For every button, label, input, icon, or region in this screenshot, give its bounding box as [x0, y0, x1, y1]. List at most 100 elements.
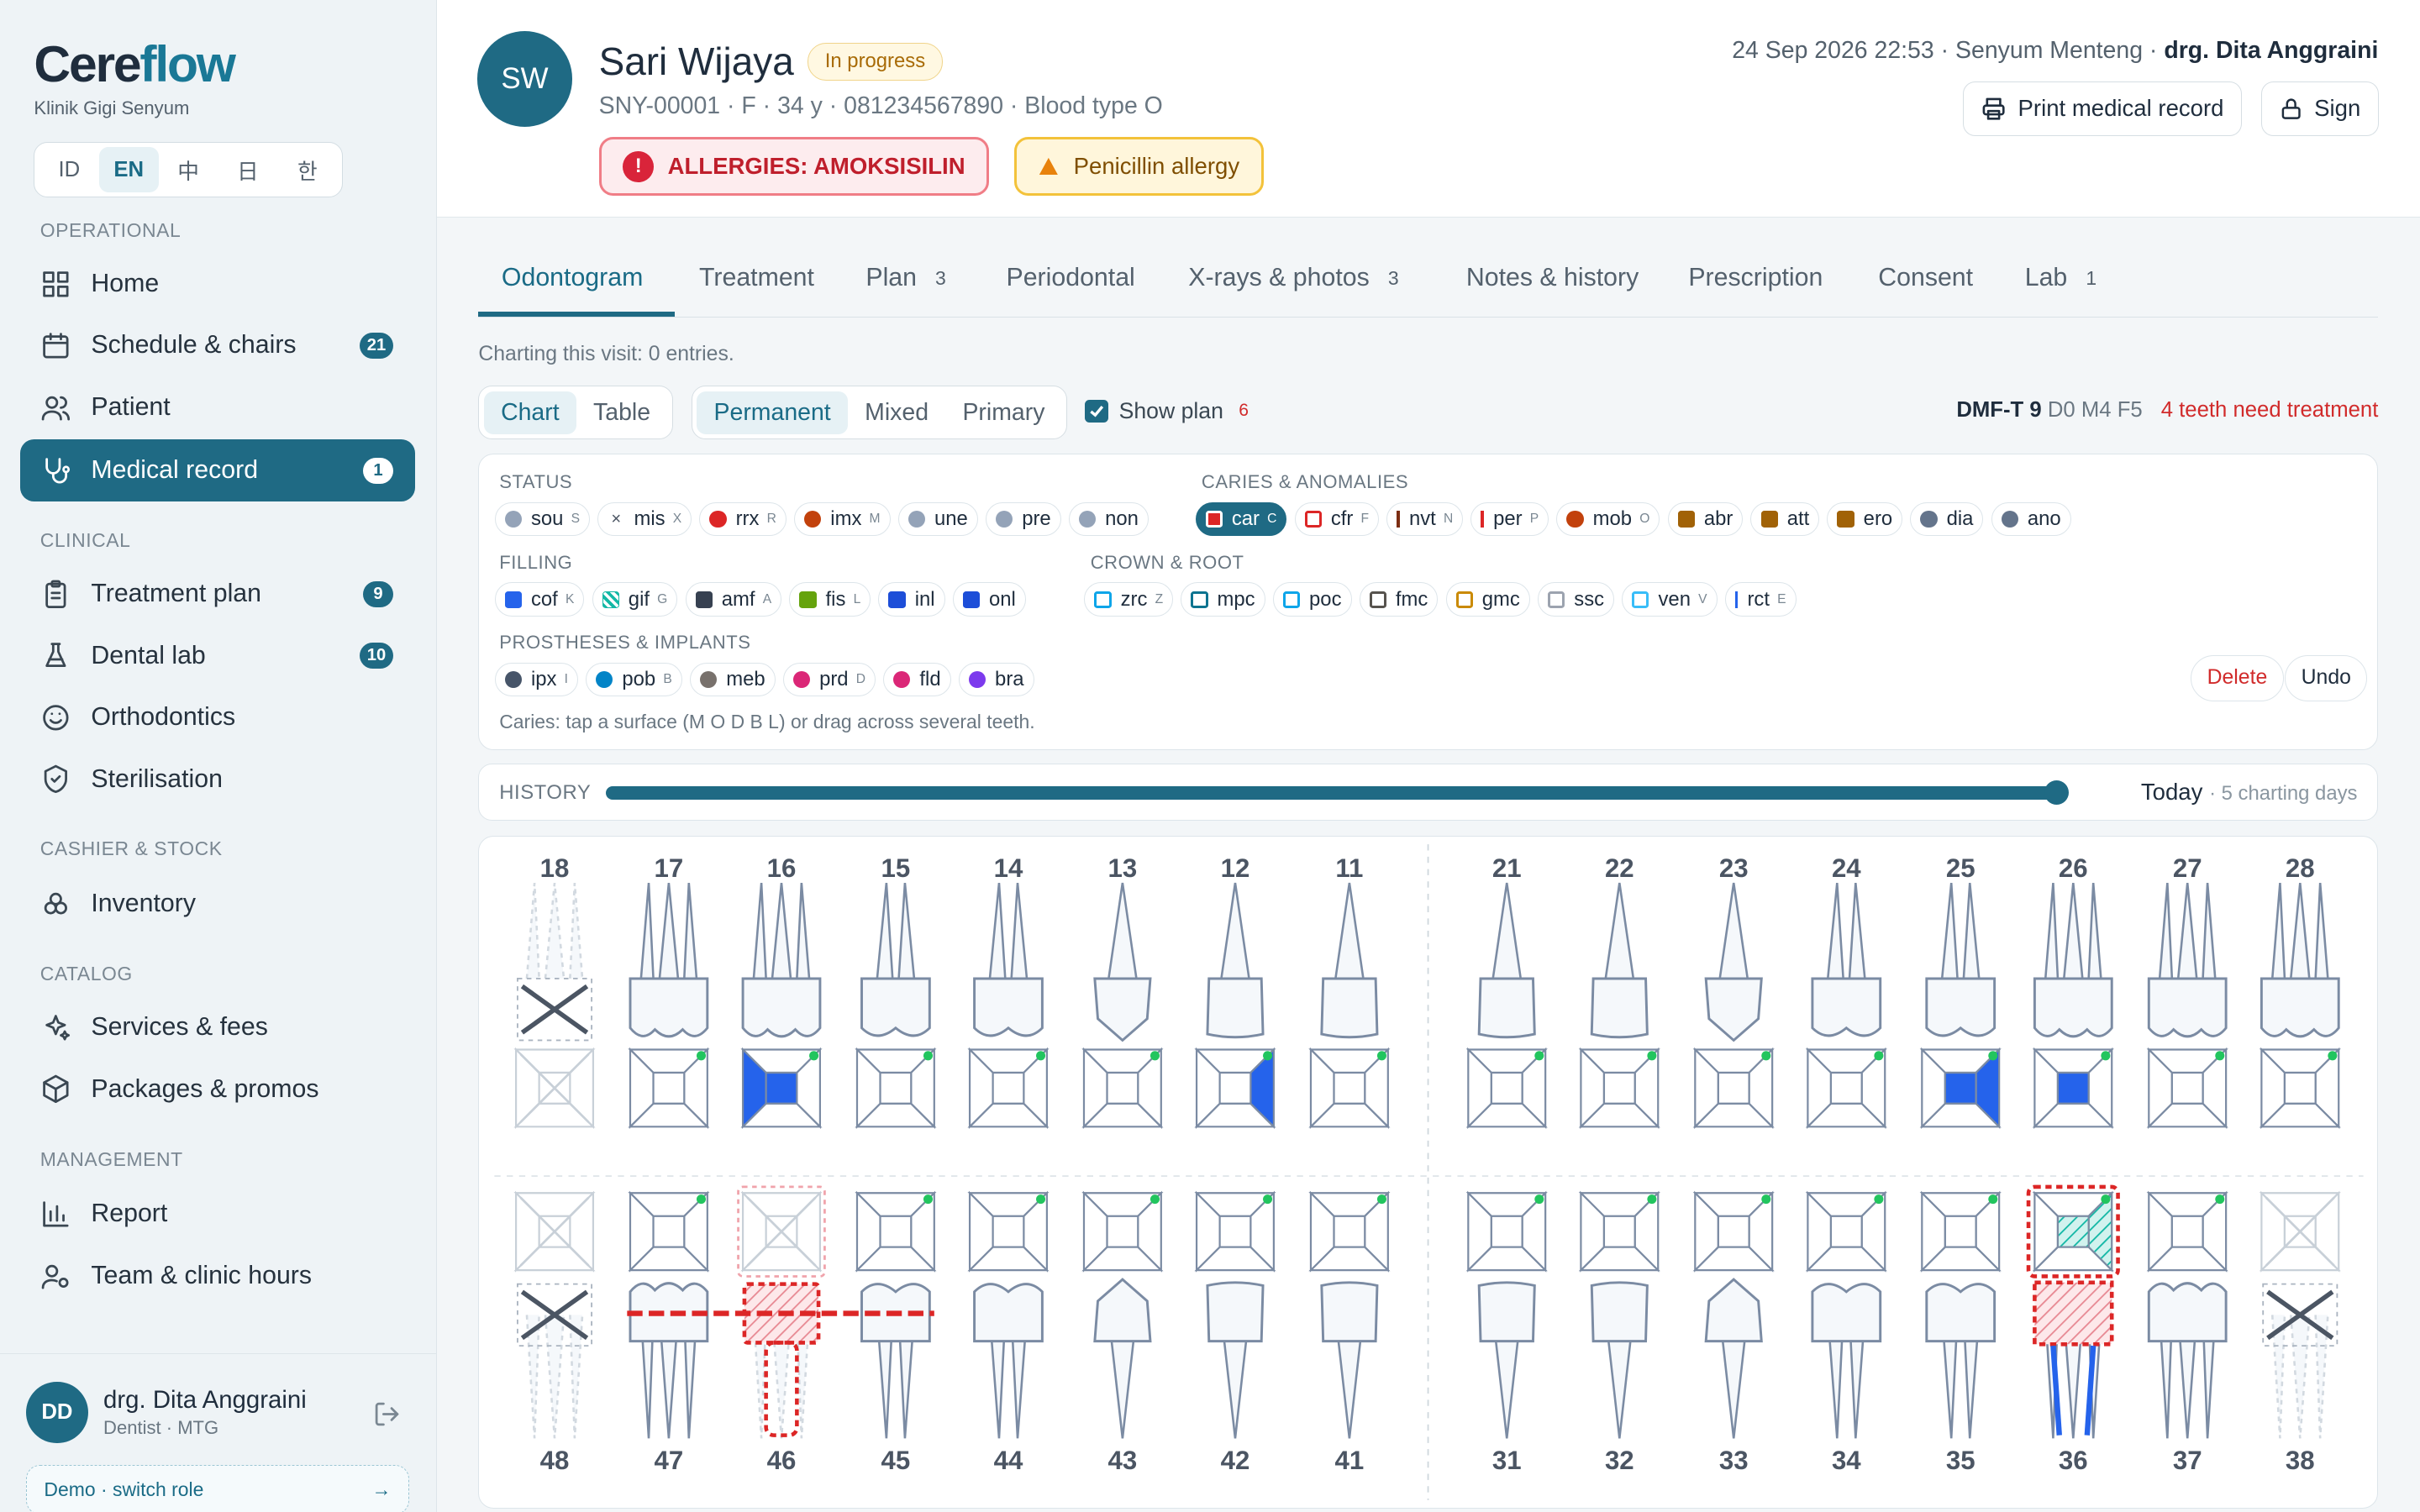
tool-prd[interactable]: prd D [782, 662, 876, 697]
tooth-crown[interactable] [629, 977, 709, 1038]
tooth-26[interactable]: 26 [2033, 853, 2115, 1130]
tooth-crown[interactable] [2148, 1282, 2228, 1343]
tool-zrc[interactable]: zrc Z [1084, 582, 1174, 617]
lang-option[interactable]: ID [39, 147, 99, 192]
tool-car[interactable]: car C [1195, 501, 1287, 537]
tooth-crown[interactable] [2148, 977, 2228, 1038]
tool-ano[interactable]: ano [1991, 501, 2071, 537]
tool-mob[interactable]: mob O [1556, 501, 1660, 537]
tool-rct[interactable]: rct E [1724, 582, 1797, 617]
surface-center[interactable] [1718, 1072, 1751, 1105]
tooth-crown[interactable] [2033, 977, 2114, 1038]
tool-pre[interactable]: pre [985, 501, 1061, 537]
tooth-crown[interactable] [1704, 1278, 1764, 1343]
allergy-warning-chip[interactable]: Penicillin allergy [1013, 137, 1264, 197]
tooth-46[interactable]: 46 [737, 1186, 827, 1476]
surface-center[interactable] [1603, 1072, 1637, 1105]
tool-imx[interactable]: imx M [794, 501, 891, 537]
tooth-crown[interactable] [860, 977, 932, 1037]
tab-x-rays-photos[interactable]: X-rays & photos 3 [1188, 264, 1398, 292]
surface-center[interactable] [1830, 1215, 1864, 1249]
segment-mixed[interactable]: Mixed [848, 391, 945, 434]
tooth-crown[interactable] [1206, 1281, 1265, 1343]
tool-amf[interactable]: amf A [685, 582, 782, 617]
tool-sou[interactable]: sou S [494, 501, 591, 537]
surface-center[interactable] [1106, 1072, 1139, 1105]
tool-meb[interactable]: meb [689, 662, 776, 697]
tab-prescription[interactable]: Prescription [1688, 264, 1823, 292]
surface-center[interactable] [1603, 1215, 1637, 1249]
tooth-32[interactable]: 32 [1579, 1191, 1661, 1476]
sidebar-item-team-clinic-hours[interactable]: Team & clinic hours [20, 1245, 415, 1306]
tooth-crown[interactable] [1704, 977, 1764, 1042]
tool-cof[interactable]: cof K [494, 582, 585, 617]
tooth-crown[interactable] [1811, 1283, 1882, 1343]
tooth-27[interactable]: 27 [2146, 853, 2229, 1130]
sidebar-item-inventory[interactable]: Inventory [20, 874, 415, 935]
tooth-crown[interactable] [1093, 977, 1152, 1042]
tool-ero[interactable]: ero [1827, 501, 1903, 537]
tooth-47[interactable]: 47 [628, 1191, 710, 1476]
print-record-button[interactable]: Print medical record [1963, 81, 2242, 136]
lang-option[interactable]: EN [98, 147, 159, 192]
tooth-crown[interactable] [1591, 1281, 1649, 1343]
tab-lab[interactable]: Lab 1 [2025, 264, 2096, 292]
tool-per[interactable]: per P [1470, 501, 1549, 537]
tool-mis[interactable]: × mis X [597, 501, 692, 537]
tab-consent[interactable]: Consent [1878, 264, 1973, 292]
tooth-28[interactable]: 28 [2260, 853, 2342, 1130]
surface-center[interactable] [879, 1215, 913, 1249]
tooth-crown[interactable] [1478, 1281, 1537, 1343]
surface-center[interactable] [1106, 1215, 1139, 1249]
tool-mpc[interactable]: mpc [1181, 582, 1265, 617]
sidebar-item-orthodontics[interactable]: Orthodontics [20, 686, 415, 748]
tool-dia[interactable]: dia [1910, 501, 1984, 537]
surface-center[interactable] [1218, 1072, 1252, 1105]
tooth-crown[interactable] [2260, 977, 2341, 1038]
sidebar-item-home[interactable]: Home [20, 253, 415, 314]
tooth-31[interactable]: 31 [1466, 1191, 1549, 1476]
sidebar-item-treatment-plan[interactable]: Treatment plan 9 [20, 563, 415, 624]
tooth-45[interactable]: 45 [855, 1191, 937, 1476]
tool-gmc[interactable]: gmc [1445, 582, 1530, 617]
sidebar-item-packages-promos[interactable]: Packages & promos [20, 1058, 415, 1120]
tool-att[interactable]: att [1750, 501, 1820, 537]
surface-center[interactable] [1944, 1215, 1978, 1249]
history-slider-handle[interactable] [2044, 780, 2070, 805]
tooth-38[interactable]: 38 [2260, 1191, 2342, 1476]
tab-plan[interactable]: Plan 3 [865, 264, 945, 292]
tool-ven[interactable]: ven V [1622, 582, 1718, 617]
surface-center[interactable] [1333, 1072, 1366, 1105]
undo-button[interactable]: Undo [2285, 654, 2368, 701]
tool-fmc[interactable]: fmc [1359, 582, 1439, 617]
tooth-17[interactable]: 17 [628, 853, 710, 1130]
surface-center[interactable] [652, 1215, 686, 1249]
history-track[interactable] [605, 785, 2057, 801]
tooth-14[interactable]: 14 [967, 853, 1050, 1130]
tooth-33[interactable]: 33 [1693, 1191, 1776, 1476]
tooth-crown[interactable] [1925, 977, 1996, 1037]
tab-periodontal[interactable]: Periodontal [1007, 264, 1135, 292]
surface-center[interactable] [652, 1072, 686, 1105]
tooth-16[interactable]: 16 [740, 853, 823, 1130]
segment-primary[interactable]: Primary [945, 391, 1061, 434]
allergy-alert-chip[interactable]: ! ALLERGIES: AMOKSISILIN [598, 137, 990, 197]
tooth-crown[interactable] [1320, 1281, 1379, 1343]
tool-fld[interactable]: fld [883, 662, 951, 697]
tooth-11[interactable]: 11 [1308, 853, 1391, 1130]
surface-center[interactable] [1491, 1215, 1524, 1249]
sidebar-item-medical-record[interactable]: Medical record 1 [19, 439, 416, 501]
tool-gif[interactable]: gif G [592, 582, 678, 617]
tab-odontogram[interactable]: Odontogram [502, 264, 643, 292]
tab-treatment[interactable]: Treatment [699, 264, 814, 292]
lang-option[interactable]: 한 [277, 147, 337, 192]
segment-table[interactable]: Table [576, 391, 667, 434]
tooth-12[interactable]: 12 [1194, 853, 1276, 1130]
surface-center[interactable] [2057, 1072, 2091, 1105]
checkbox-checked-icon[interactable] [1085, 399, 1108, 423]
surface-center[interactable] [1491, 1072, 1524, 1105]
tool-bra[interactable]: bra [958, 662, 1034, 697]
tool-pob[interactable]: pob B [586, 662, 682, 697]
tooth-18[interactable]: 18 [513, 853, 596, 1130]
tooth-crown[interactable] [1478, 977, 1537, 1039]
